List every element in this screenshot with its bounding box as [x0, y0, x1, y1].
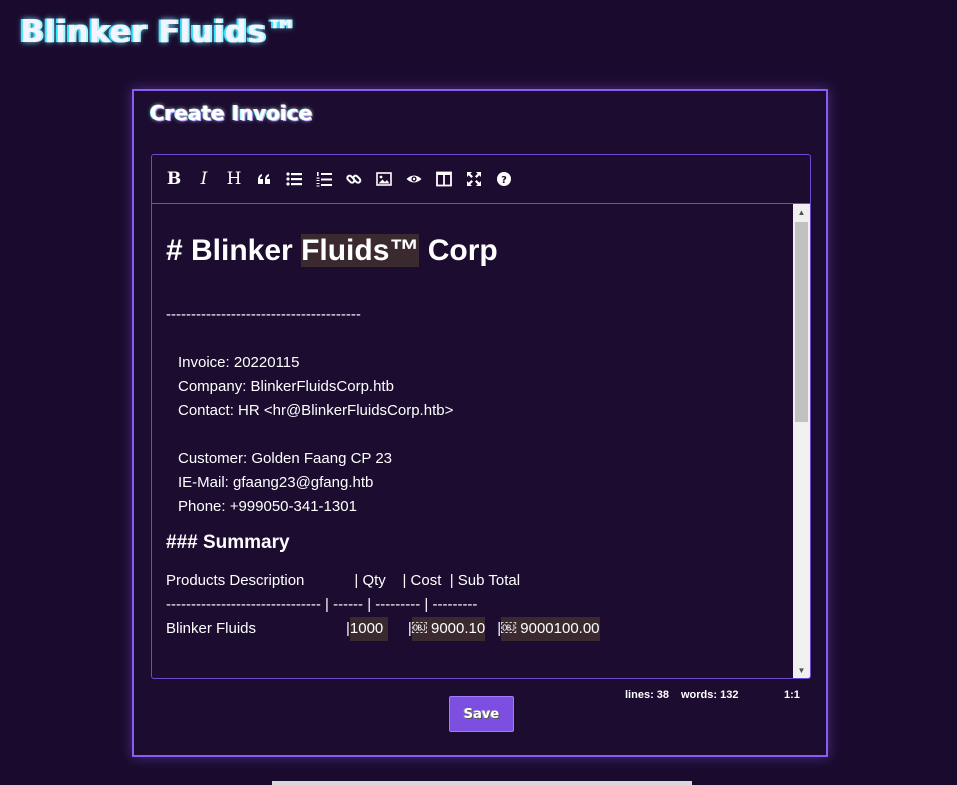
table-rule: ------------------------------- | ------… — [166, 596, 478, 613]
italic-icon[interactable]: I — [194, 168, 214, 190]
table-header: Products Description | Qty | Cost | Sub … — [166, 572, 521, 589]
summary-heading: ### Summary — [166, 532, 290, 553]
heading-icon[interactable]: H — [224, 168, 244, 190]
editor-toolbar: B I H ? — [152, 155, 810, 204]
email-line: IE-Mail: gfaang23@gfang.htb — [178, 474, 374, 491]
cursor-position: 1:1 — [784, 689, 800, 701]
customer-line: Customer: Golden Faang CP 23 — [178, 450, 393, 467]
quote-icon[interactable] — [254, 168, 274, 190]
svg-text:?: ? — [501, 175, 507, 186]
line-count: lines: 38 — [625, 689, 670, 701]
image-icon[interactable] — [374, 168, 394, 190]
cost-cell: ￼ 9000.10 — [411, 617, 486, 641]
create-invoice-card: Create Invoice B I H ? # Blinker Fluids™… — [132, 89, 828, 757]
invoice-heading: # Blinker Fluids™ Corp — [166, 234, 498, 267]
save-button[interactable]: Save — [449, 696, 514, 732]
card-title: Create Invoice — [150, 101, 313, 125]
company-line: Company: BlinkerFluidsCorp.htb — [178, 378, 394, 395]
bottom-edge — [272, 781, 692, 785]
editor-scrollbar[interactable]: ▲ ▼ — [793, 204, 810, 678]
scroll-down-arrow[interactable]: ▼ — [793, 662, 810, 678]
link-icon[interactable] — [344, 168, 364, 190]
side-by-side-icon[interactable] — [434, 168, 454, 190]
table-row: Blinker Fluids | 1000 | ￼ 9000.10 | ￼ 90… — [166, 617, 779, 641]
help-icon[interactable]: ? — [494, 168, 514, 190]
product-cell: Blinker Fluids — [166, 620, 257, 637]
qty-cell: 1000 — [349, 617, 388, 641]
scroll-up-arrow[interactable]: ▲ — [793, 204, 810, 220]
contact-line: Contact: HR <hr@BlinkerFluidsCorp.htb> — [178, 402, 454, 419]
brand-logo: Blinker Fluids™ — [20, 14, 298, 50]
fullscreen-icon[interactable] — [464, 168, 484, 190]
editor-content[interactable]: # Blinker Fluids™ Corp -----------------… — [152, 204, 793, 678]
phone-line: Phone: +999050-341-1301 — [178, 498, 357, 515]
subtotal-cell: ￼ 9000100.00 — [501, 617, 600, 641]
bold-icon[interactable]: B — [164, 168, 184, 190]
ordered-list-icon[interactable] — [314, 168, 334, 190]
horizontal-rule: --------------------------------------- — [166, 306, 361, 323]
scroll-thumb[interactable] — [795, 222, 808, 422]
preview-icon[interactable] — [404, 168, 424, 190]
invoice-number: Invoice: 20220115 — [178, 354, 300, 371]
markdown-editor: B I H ? # Blinker Fluids™ Corp ---------… — [151, 154, 811, 679]
word-count: words: 132 — [681, 689, 739, 701]
unordered-list-icon[interactable] — [284, 168, 304, 190]
